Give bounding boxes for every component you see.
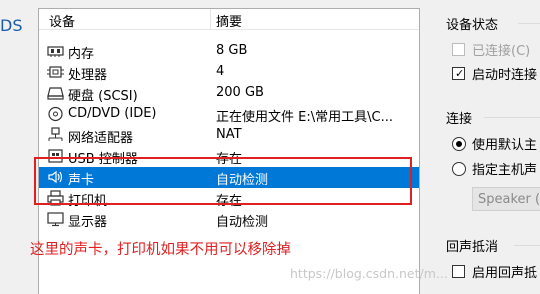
device-summary: 4 (216, 64, 225, 79)
device-name: 声卡 (68, 173, 95, 188)
device-list-header: 设备 摘要 (39, 9, 419, 30)
device-status-title: 设备状态 (446, 18, 499, 33)
device-name: 处理器 (68, 68, 108, 83)
checkmark-icon: ✓ (455, 67, 465, 80)
annotation-note: 这里的声卡，打印机如果不用可以移除掉 (30, 242, 291, 258)
use-default-label: 使用默认主 (472, 138, 538, 153)
speaker-icon (47, 169, 64, 185)
echo-cancel-label: 启用回声抵 (472, 266, 538, 281)
specify-host-radio[interactable] (452, 162, 466, 176)
monitor-icon (47, 211, 64, 227)
device-name: 硬盘 (SCSI) (68, 89, 138, 104)
device-row-cpu[interactable]: 处理器 4 (39, 62, 419, 83)
memory-icon (47, 43, 64, 59)
group-divider (518, 23, 540, 24)
speaker-select[interactable]: Speaker ( (472, 187, 540, 211)
device-row-cd-dvd[interactable]: CD/DVD (IDE) 正在使用文件 E:\常用工具\C... (39, 104, 419, 125)
device-name: 内存 (68, 47, 95, 62)
device-name: 打印机 (68, 194, 108, 209)
speaker-select-value: Speaker ( (478, 192, 540, 207)
use-default-radio[interactable] (452, 137, 466, 151)
device-row-memory[interactable]: 内存 8 GB (39, 41, 419, 62)
radio-dot (456, 141, 462, 147)
cpu-icon (47, 64, 64, 80)
echo-cancel-checkbox[interactable] (452, 265, 465, 278)
device-summary: 存在 (216, 194, 243, 209)
device-summary: NAT (216, 127, 242, 142)
device-summary: 自动检测 (216, 215, 269, 230)
device-summary: 自动检测 (216, 173, 269, 188)
cd-dvd-icon (47, 106, 64, 122)
left-cut-text: DS (0, 16, 23, 35)
connection-title: 连接 (446, 112, 473, 127)
specify-host-label: 指定主机声 (472, 163, 538, 178)
device-summary: 正在使用文件 E:\常用工具\C... (216, 110, 393, 125)
echo-cancel-title: 回声抵消 (446, 240, 499, 255)
device-row-printer[interactable]: 打印机 存在 (39, 188, 419, 209)
column-separator[interactable] (210, 9, 211, 29)
device-row-monitor[interactable]: 显示器 自动检测 (39, 209, 419, 230)
device-name: 显示器 (68, 215, 108, 230)
device-settings-panel: 设备状态 已连接(C) ✓ 启动时连接 连接 使用默认主 指定主机声 Speak… (428, 0, 540, 293)
device-summary: 8 GB (216, 43, 248, 58)
device-row-sound-card[interactable]: 声卡 自动检测 (39, 167, 419, 188)
connect-on-start-label: 启动时连接 (472, 68, 538, 83)
column-header-device[interactable]: 设备 (49, 11, 75, 30)
connected-checkbox[interactable] (452, 43, 465, 56)
device-name: 网络适配器 (68, 131, 134, 146)
connected-label: 已连接(C) (472, 44, 531, 59)
connect-on-start-checkbox[interactable]: ✓ (452, 67, 465, 80)
device-summary: 存在 (216, 152, 243, 167)
device-row-network-adapter[interactable]: 网络适配器 NAT (39, 125, 419, 146)
column-header-summary[interactable]: 摘要 (216, 11, 242, 30)
device-name: CD/DVD (IDE) (68, 106, 157, 121)
watermark-text: https://blog.csdn.net/m... (290, 266, 448, 281)
printer-icon (47, 190, 64, 206)
group-divider (514, 245, 540, 246)
network-adapter-icon (47, 127, 64, 143)
device-row-harddisk[interactable]: 硬盘 (SCSI) 200 GB (39, 83, 419, 104)
device-row-usb-controller[interactable]: USB 控制器 存在 (39, 146, 419, 167)
group-divider (484, 117, 540, 118)
device-name: USB 控制器 (68, 152, 138, 167)
harddisk-icon (47, 85, 64, 101)
device-summary: 200 GB (216, 85, 264, 100)
usb-icon (47, 148, 64, 164)
